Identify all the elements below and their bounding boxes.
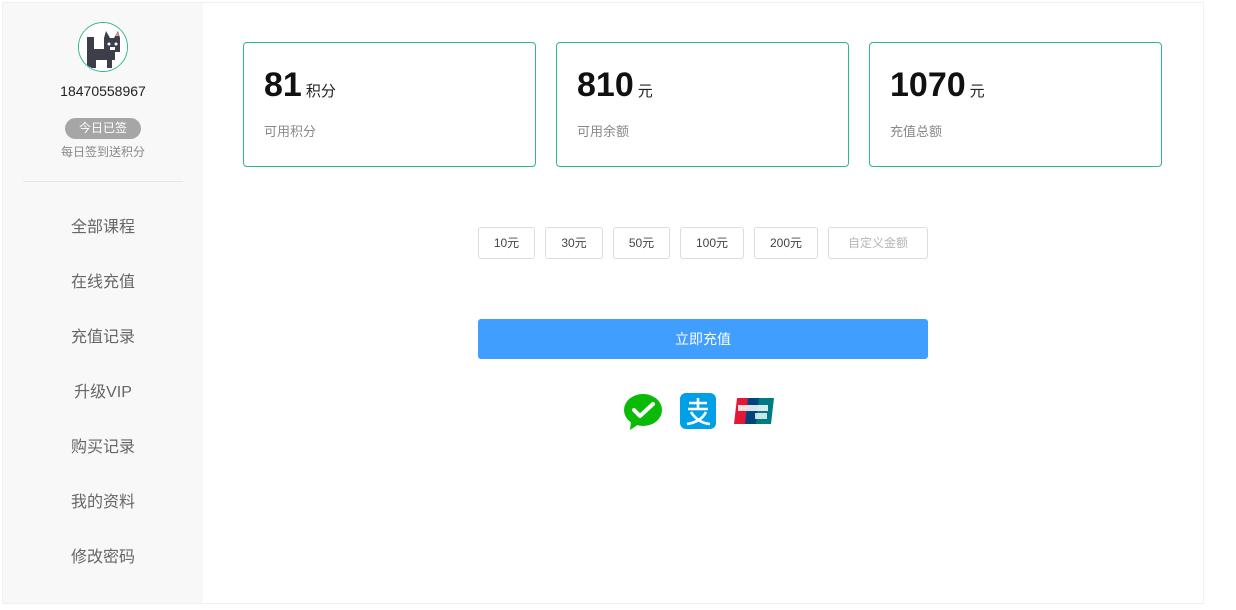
balance-value: 810 xyxy=(577,66,634,104)
amount-option-100[interactable]: 100元 xyxy=(680,227,744,259)
sidebar-nav: 全部课程 在线充值 充值记录 升级VIP 购买记录 我的资料 修改密码 xyxy=(3,200,203,585)
sidebar-divider xyxy=(23,181,183,182)
sidebar-item-recharge-records[interactable]: 充值记录 xyxy=(3,310,203,365)
sidebar: 18470558967 今日已签 每日签到送积分 全部课程 在线充值 充值记录 … xyxy=(3,3,203,603)
sign-tip: 每日签到送积分 xyxy=(60,145,145,159)
sidebar-item-purchase-records[interactable]: 购买记录 xyxy=(3,420,203,475)
balance-card: 810 元 可用余额 xyxy=(556,42,849,167)
user-phone: 18470558967 xyxy=(60,83,146,99)
wechat-pay-icon[interactable] xyxy=(623,392,663,437)
total-recharge-value: 1070 xyxy=(890,66,966,104)
alipay-icon[interactable] xyxy=(680,393,716,434)
total-recharge-label: 充值总额 xyxy=(890,124,943,139)
sidebar-item-all-courses[interactable]: 全部课程 xyxy=(3,200,203,255)
cat-avatar-icon xyxy=(79,23,127,71)
sign-status-badge[interactable]: 今日已签 xyxy=(65,118,141,139)
balance-unit: 元 xyxy=(637,83,653,100)
amount-option-30[interactable]: 30元 xyxy=(545,227,603,259)
unionpay-icon[interactable] xyxy=(733,397,775,430)
avatar[interactable] xyxy=(78,22,128,72)
amount-option-50[interactable]: 50元 xyxy=(613,227,670,259)
points-card: 81 积分 可用积分 xyxy=(243,42,536,167)
balance-label: 可用余额 xyxy=(577,124,630,139)
points-value: 81 xyxy=(264,66,302,104)
total-recharge-card: 1070 元 充值总额 xyxy=(869,42,1162,167)
sidebar-item-change-password[interactable]: 修改密码 xyxy=(3,530,203,585)
custom-amount-input[interactable]: 自定义金额 xyxy=(828,227,928,259)
recharge-now-button[interactable]: 立即充值 xyxy=(478,319,928,359)
amount-option-200[interactable]: 200元 xyxy=(754,227,818,259)
total-recharge-unit: 元 xyxy=(969,83,985,100)
sidebar-item-my-profile[interactable]: 我的资料 xyxy=(3,475,203,530)
amount-option-10[interactable]: 10元 xyxy=(478,227,535,259)
points-unit: 积分 xyxy=(305,83,336,100)
sidebar-item-upgrade-vip[interactable]: 升级VIP xyxy=(3,365,203,420)
sidebar-item-online-recharge[interactable]: 在线充值 xyxy=(3,255,203,310)
points-label: 可用积分 xyxy=(264,124,317,139)
